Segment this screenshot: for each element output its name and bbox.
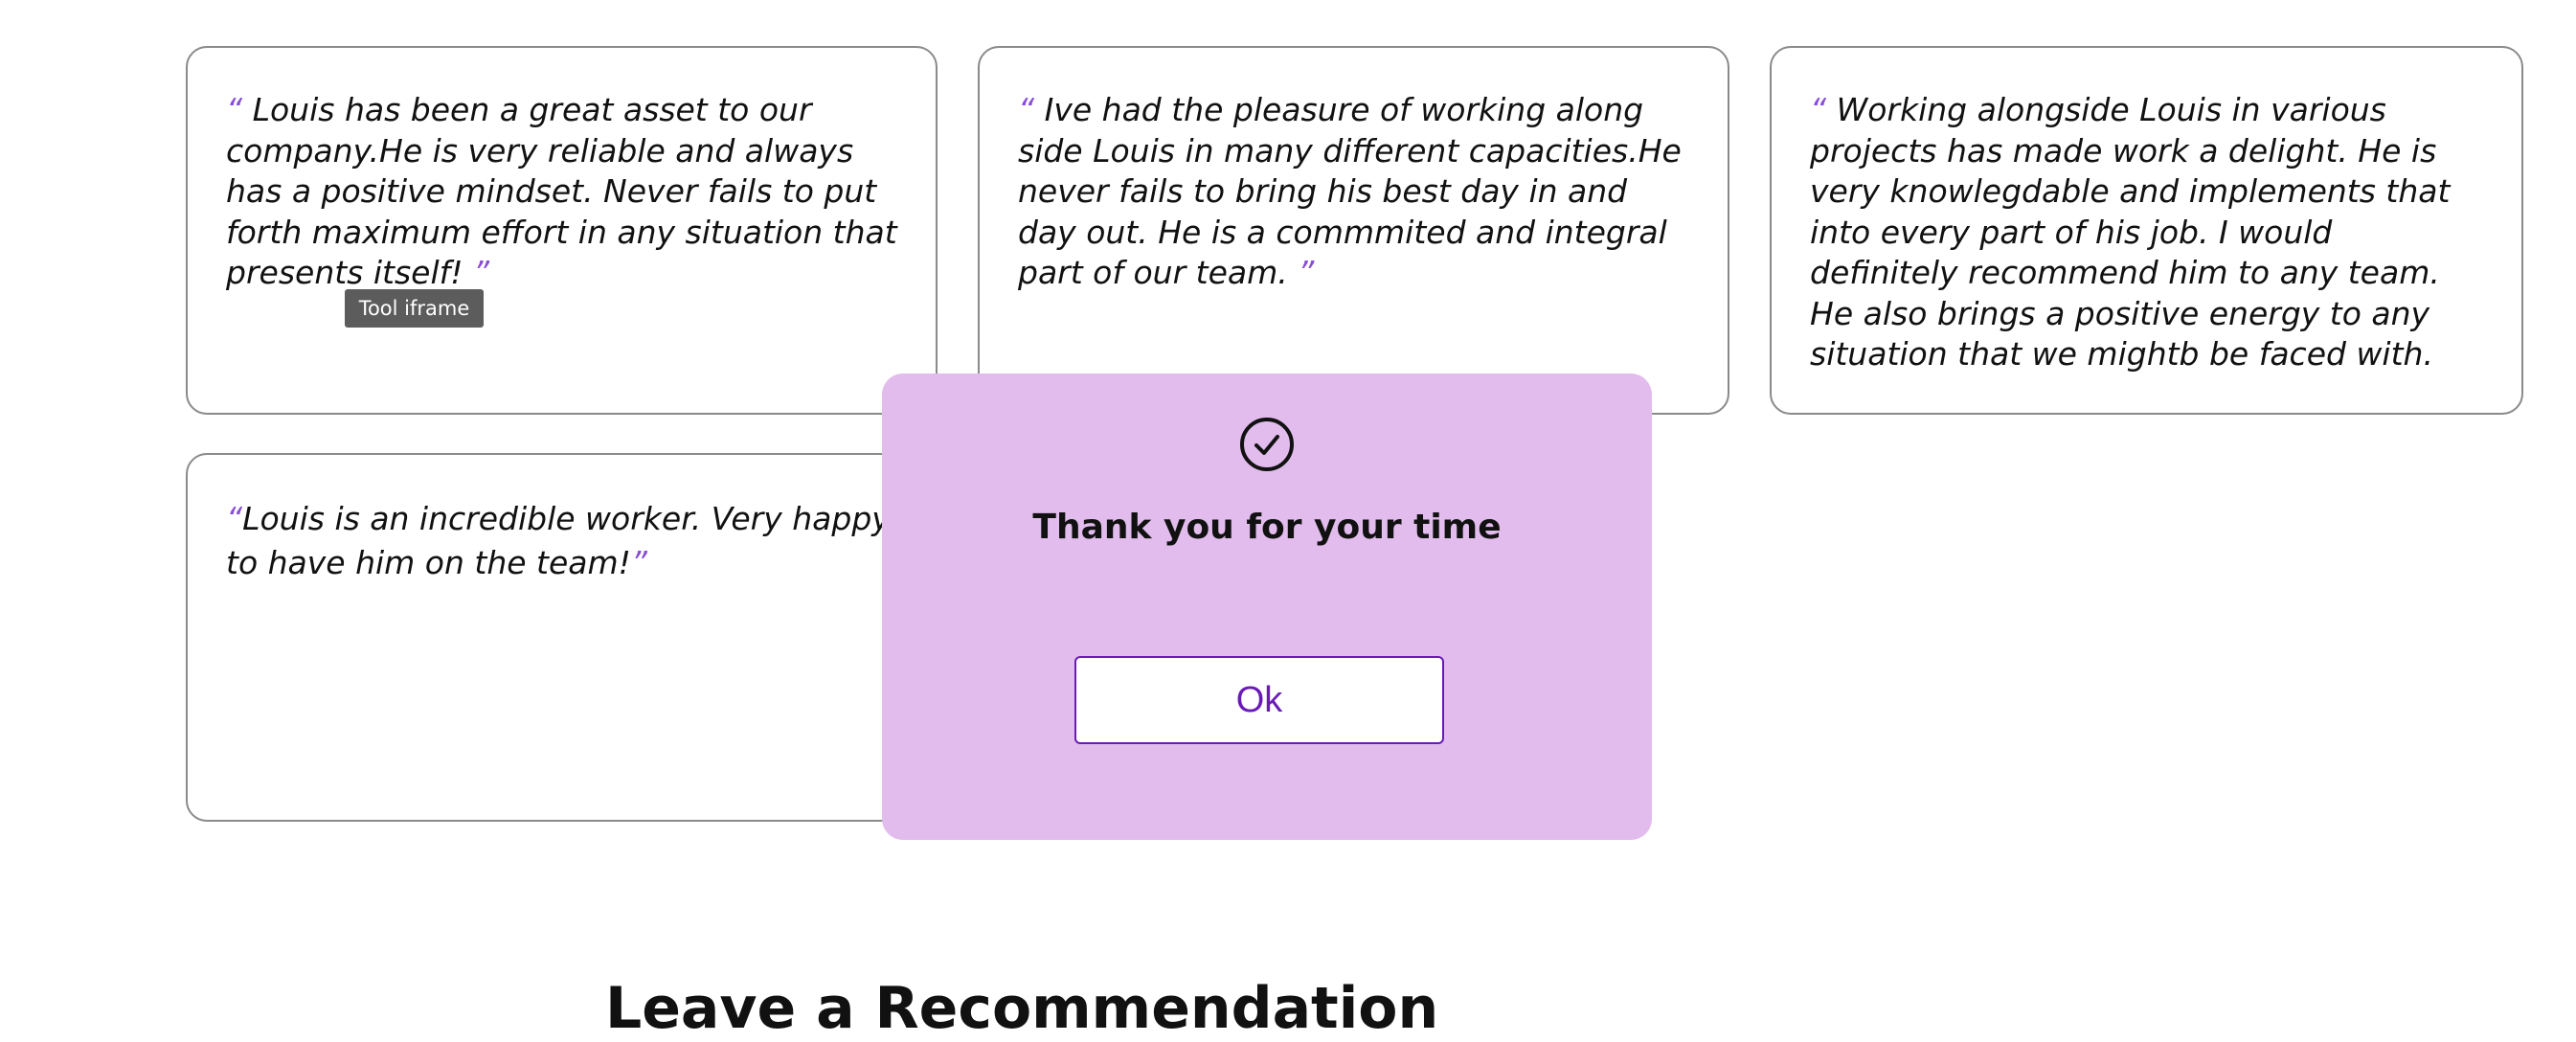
- modal-title: Thank you for your time: [1032, 508, 1502, 547]
- testimonial-body: Louis is an incredible worker. Very happ…: [226, 500, 891, 581]
- open-quote-mark: “: [1018, 91, 1035, 128]
- check-circle-icon: [1240, 418, 1294, 471]
- testimonial-body: Ive had the pleasure of working along si…: [1018, 91, 1682, 291]
- ok-button[interactable]: Ok: [1074, 656, 1444, 744]
- open-quote-mark: “: [226, 91, 243, 128]
- open-quote-mark: “: [1810, 91, 1827, 128]
- close-quote-mark: ”: [1298, 254, 1315, 291]
- thank-you-modal: Thank you for your time Ok: [882, 374, 1652, 840]
- tooltip: Tool iframe: [345, 289, 484, 328]
- testimonial-text: “ Louis has been a great asset to our co…: [226, 90, 897, 294]
- testimonial-text: “Louis is an incredible worker. Very hap…: [226, 497, 897, 585]
- testimonial-card-4: “Louis is an incredible worker. Very hap…: [186, 453, 938, 822]
- testimonial-body: Louis has been a great asset to our comp…: [226, 91, 897, 291]
- testimonial-text: “ Working alongside Louis in various pro…: [1810, 90, 2483, 375]
- testimonial-card-3: “ Working alongside Louis in various pro…: [1770, 46, 2523, 415]
- testimonial-card-1: “ Louis has been a great asset to our co…: [186, 46, 938, 415]
- section-title: Leave a Recommendation: [605, 975, 1439, 1042]
- testimonial-body: Working alongside Louis in various proje…: [1810, 91, 2451, 373]
- close-quote-mark: ”: [630, 544, 647, 581]
- testimonial-text: “ Ive had the pleasure of working along …: [1018, 90, 1689, 294]
- testimonial-card-2: “ Ive had the pleasure of working along …: [978, 46, 1729, 415]
- close-quote-mark: ”: [472, 254, 490, 291]
- open-quote-mark: “: [226, 500, 243, 537]
